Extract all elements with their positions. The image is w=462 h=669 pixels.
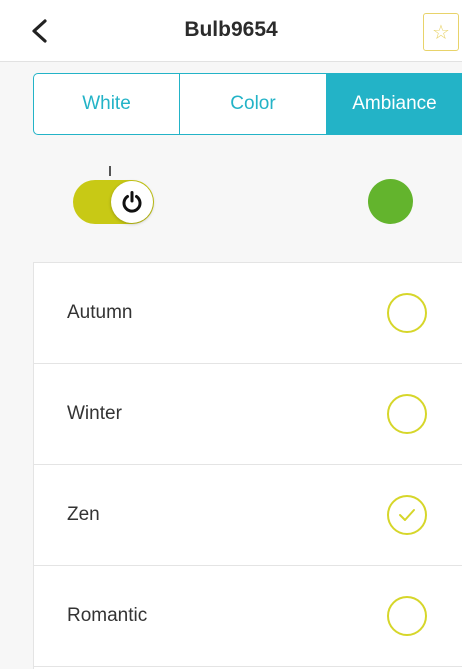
checkmark-icon: [399, 509, 415, 521]
favorite-button[interactable]: ☆: [423, 13, 459, 51]
mode-tabs: White Color Ambiance: [33, 73, 462, 135]
tab-ambiance[interactable]: Ambiance: [326, 74, 462, 134]
scene-label: Romantic: [67, 605, 148, 626]
page-title: Bulb9654: [184, 18, 278, 41]
toggle-indicator-mark: [109, 166, 111, 176]
scene-row-winter[interactable]: Winter: [34, 364, 462, 465]
scene-radio[interactable]: [387, 596, 427, 636]
scene-row-romantic[interactable]: Romantic: [34, 566, 462, 667]
scene-label: Winter: [67, 403, 122, 424]
power-icon: [122, 191, 142, 213]
scene-label: Zen: [67, 504, 100, 525]
tab-color[interactable]: Color: [180, 74, 326, 134]
scene-radio[interactable]: [387, 394, 427, 434]
scene-radio-selected[interactable]: [387, 495, 427, 535]
color-preview-button[interactable]: [368, 179, 413, 224]
star-outline-icon: ☆: [432, 21, 450, 44]
top-bar: Bulb9654 ☆: [0, 0, 462, 62]
scene-list: Autumn Winter Zen Romantic: [33, 262, 462, 669]
power-toggle[interactable]: [73, 180, 154, 224]
scene-row-autumn[interactable]: Autumn: [34, 263, 462, 364]
scene-radio[interactable]: [387, 293, 427, 333]
scene-row-zen[interactable]: Zen: [34, 465, 462, 566]
power-toggle-knob: [111, 181, 153, 223]
tab-white[interactable]: White: [34, 74, 180, 134]
scene-label: Autumn: [67, 302, 133, 323]
